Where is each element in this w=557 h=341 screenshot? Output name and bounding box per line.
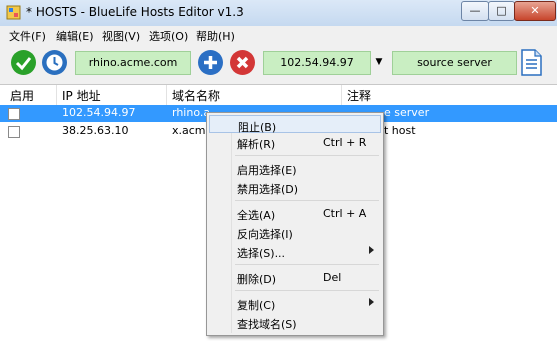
window-title: * HOSTS - BlueLife Hosts Editor v1.3 bbox=[26, 5, 244, 19]
context-item-enable-selected[interactable]: 启用选择(E) bbox=[209, 159, 381, 177]
context-item-shortcut: Del bbox=[323, 271, 342, 284]
context-item-label: 启用选择(E) bbox=[237, 164, 297, 177]
menu-separator bbox=[235, 155, 379, 156]
submenu-arrow-icon bbox=[369, 298, 374, 306]
clock-icon[interactable] bbox=[42, 50, 67, 75]
context-item-delete[interactable]: 删除(D) Del bbox=[209, 268, 381, 286]
menu-help[interactable]: 帮助(H) bbox=[196, 28, 235, 44]
minimize-button[interactable]: — bbox=[461, 1, 489, 21]
context-item-block[interactable]: 阻止(B) bbox=[209, 115, 381, 134]
chevron-down-icon[interactable]: ▼ bbox=[371, 51, 387, 73]
toolbar: rhino.acme.com 102.54.94.97 ▼ source ser… bbox=[0, 44, 557, 84]
app-icon bbox=[6, 5, 21, 20]
plus-icon[interactable] bbox=[198, 50, 223, 75]
context-menu: 阻止(B) 解析(R) Ctrl + R 启用选择(E) 禁用选择(D) 全选(… bbox=[206, 112, 384, 336]
row-comment: e server bbox=[384, 106, 430, 119]
header-enabled[interactable]: 启用 bbox=[10, 87, 34, 104]
title-bar: * HOSTS - BlueLife Hosts Editor v1.3 — □… bbox=[0, 0, 557, 26]
column-divider[interactable] bbox=[341, 85, 342, 105]
comment-field[interactable]: source server bbox=[392, 51, 517, 75]
menu-separator bbox=[235, 264, 379, 265]
context-item-label: 选择(S)... bbox=[237, 247, 286, 260]
domain-field[interactable]: rhino.acme.com bbox=[75, 51, 191, 75]
context-item-find-domain[interactable]: 查找域名(S) bbox=[209, 313, 381, 331]
context-item-select-submenu[interactable]: 选择(S)... bbox=[209, 242, 381, 260]
context-item-label: 查找域名(S) bbox=[237, 318, 297, 331]
context-item-label: 全选(A) bbox=[237, 209, 276, 222]
menu-separator bbox=[235, 290, 379, 291]
document-icon[interactable] bbox=[520, 49, 543, 76]
list-header: 启用 IP 地址 域名名称 注释 bbox=[0, 85, 557, 106]
column-divider[interactable] bbox=[166, 85, 167, 105]
context-item-shortcut: Ctrl + A bbox=[323, 207, 367, 220]
menu-options[interactable]: 选项(O) bbox=[149, 28, 188, 44]
row-checkbox[interactable] bbox=[8, 108, 20, 120]
close-button[interactable]: ✕ bbox=[514, 1, 556, 21]
column-divider[interactable] bbox=[56, 85, 57, 105]
context-item-label: 禁用选择(D) bbox=[237, 183, 299, 196]
header-comment[interactable]: 注释 bbox=[347, 87, 371, 104]
context-item-label: 删除(D) bbox=[237, 273, 277, 286]
row-comment: t host bbox=[384, 124, 416, 137]
submenu-arrow-icon bbox=[369, 246, 374, 254]
maximize-button[interactable]: □ bbox=[488, 1, 515, 21]
menu-file[interactable]: 文件(F) bbox=[9, 28, 46, 44]
ip-field[interactable]: 102.54.94.97 bbox=[263, 51, 371, 75]
header-domain[interactable]: 域名名称 bbox=[172, 87, 220, 104]
context-item-resolve[interactable]: 解析(R) Ctrl + R bbox=[209, 133, 381, 151]
context-item-copy[interactable]: 复制(C) bbox=[209, 294, 381, 312]
menu-edit[interactable]: 编辑(E) bbox=[56, 28, 94, 44]
check-icon[interactable] bbox=[11, 50, 36, 75]
context-item-label: 复制(C) bbox=[237, 299, 276, 312]
row-domain: rhino.a bbox=[172, 106, 211, 119]
cancel-icon[interactable] bbox=[230, 50, 255, 75]
row-ip: 102.54.94.97 bbox=[62, 106, 136, 119]
row-checkbox[interactable] bbox=[8, 126, 20, 138]
context-item-label: 反向选择(I) bbox=[237, 228, 293, 241]
context-item-disable-selected[interactable]: 禁用选择(D) bbox=[209, 178, 381, 196]
menu-separator bbox=[235, 200, 379, 201]
context-item-label: 解析(R) bbox=[237, 138, 276, 151]
row-ip: 38.25.63.10 bbox=[62, 124, 129, 137]
context-item-invert-selection[interactable]: 反向选择(I) bbox=[209, 223, 381, 241]
header-ip[interactable]: IP 地址 bbox=[62, 87, 101, 104]
menu-bar: 文件(F) 编辑(E) 视图(V) 选项(O) 帮助(H) bbox=[0, 26, 557, 44]
menu-view[interactable]: 视图(V) bbox=[102, 28, 140, 44]
context-item-shortcut: Ctrl + R bbox=[323, 136, 367, 149]
context-item-select-all[interactable]: 全选(A) Ctrl + A bbox=[209, 204, 381, 222]
